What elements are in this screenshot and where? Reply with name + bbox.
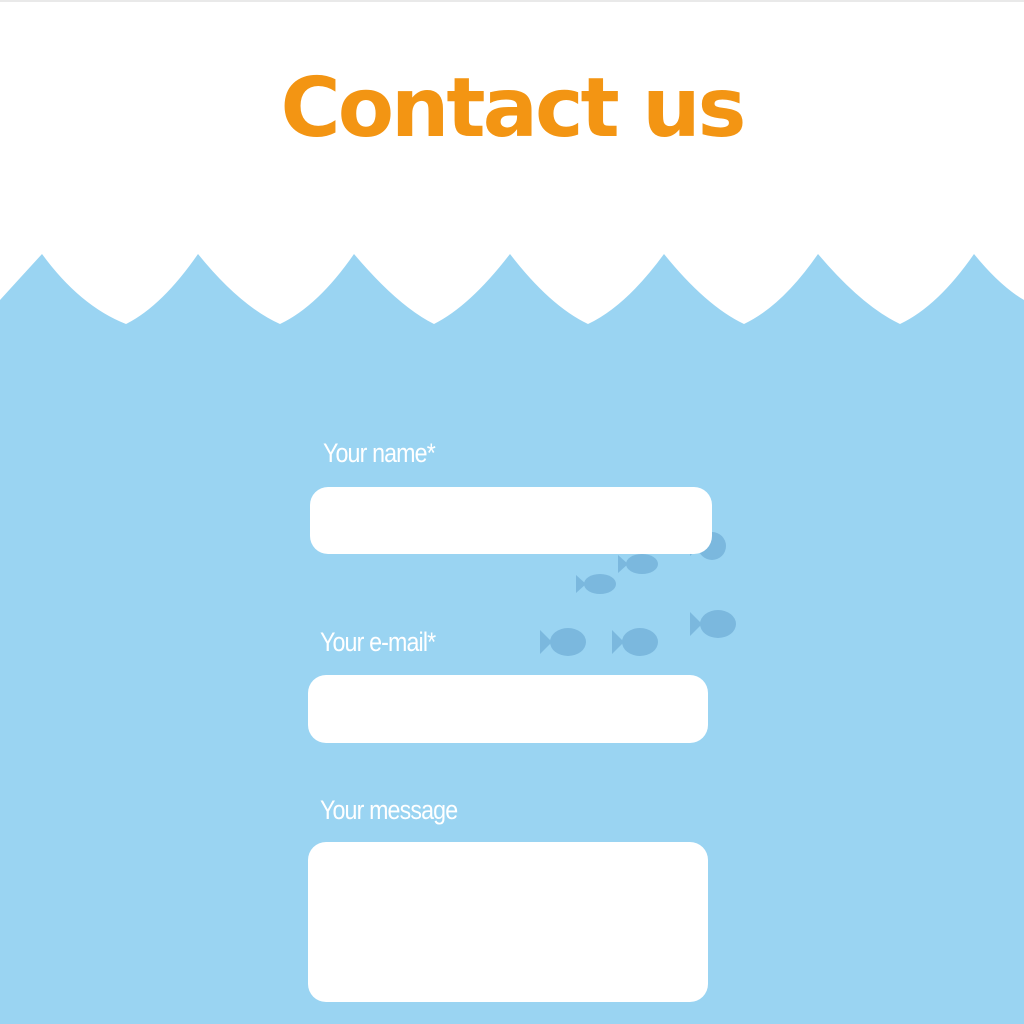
page-title: Contact us [280,61,747,156]
top-border [0,0,1024,2]
message-field[interactable] [308,842,708,1002]
name-label: Your name* [323,438,436,468]
contact-page: Contact us Your name* Your e-mail* Your … [0,0,1024,1024]
email-label: Your e-mail* [320,627,436,657]
name-field[interactable] [310,487,712,554]
email-field[interactable] [308,675,708,743]
message-label: Your message [320,795,458,825]
